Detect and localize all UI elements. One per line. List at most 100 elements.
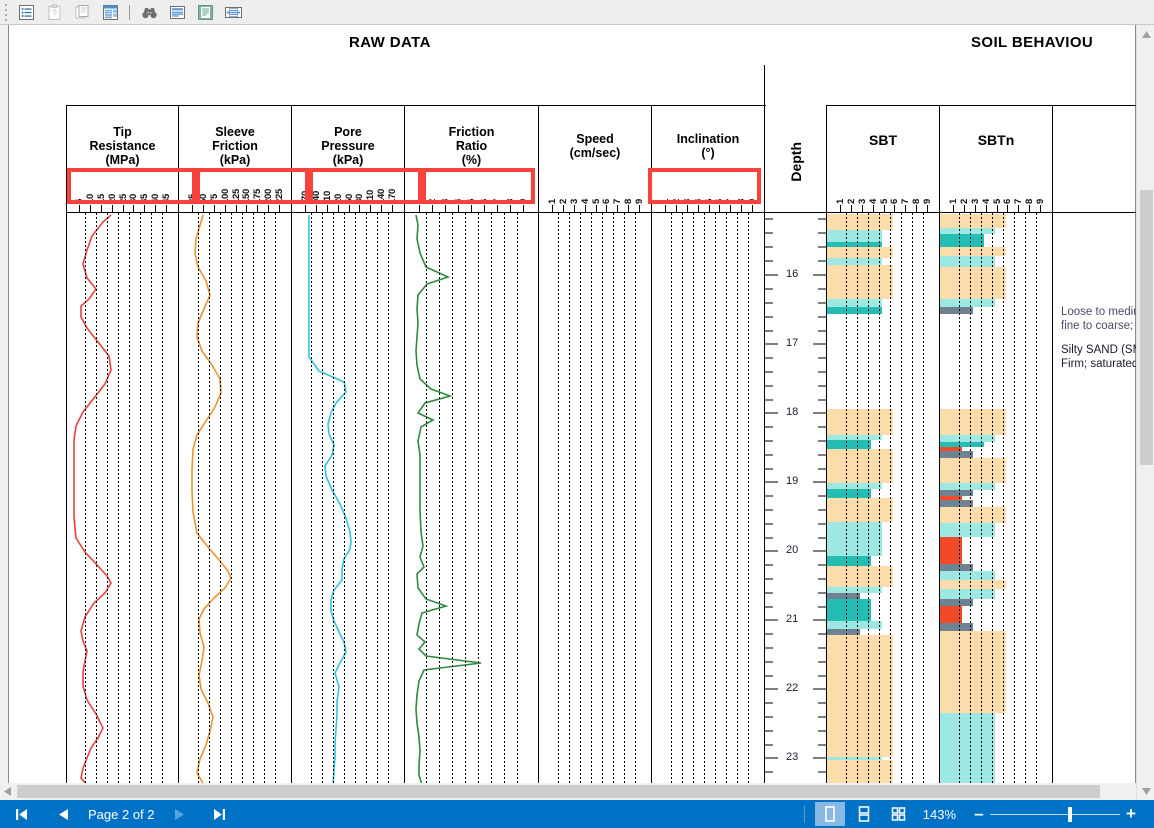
depth-tick-marks bbox=[765, 218, 826, 773]
lithology-bar bbox=[827, 247, 893, 258]
lithology-bar bbox=[827, 521, 882, 557]
lithology-bar bbox=[940, 299, 995, 307]
horizontal-scrollbar[interactable] bbox=[0, 783, 1136, 800]
depth-label-17: 17 bbox=[786, 337, 799, 349]
main-toolbar: ? bbox=[0, 0, 1154, 25]
depth-label-18: 18 bbox=[786, 406, 799, 418]
divider-sbtn-desc bbox=[1052, 105, 1053, 785]
single-page-view[interactable] bbox=[814, 802, 845, 826]
plot-track-inclination bbox=[652, 213, 764, 785]
svg-text:?: ? bbox=[51, 8, 56, 18]
depth-label-21: 21 bbox=[786, 613, 799, 625]
find-binoculars-icon[interactable] bbox=[138, 2, 160, 22]
axis-ticks-pore-pressure bbox=[300, 205, 398, 212]
first-page-button[interactable] bbox=[6, 800, 36, 828]
depth-ruler: 16 17 18 19 20 21 22 23 bbox=[765, 213, 826, 785]
vertical-scroll-thumb[interactable] bbox=[1140, 190, 1153, 465]
plot-track-sbt bbox=[827, 213, 939, 785]
lithology-bar bbox=[940, 712, 995, 785]
lithology-bar bbox=[827, 586, 882, 594]
lithology-bar bbox=[827, 598, 871, 621]
next-page-button[interactable] bbox=[165, 800, 195, 828]
view-controls-divider bbox=[803, 805, 805, 823]
lithology-bar bbox=[940, 233, 984, 248]
column-header-depth: Depth bbox=[787, 142, 804, 182]
single-page-icon[interactable] bbox=[166, 2, 188, 22]
axis-ticks-tip-resistance bbox=[74, 205, 172, 212]
scroll-up-arrow[interactable] bbox=[1137, 25, 1154, 43]
zoom-in-button[interactable]: + bbox=[1120, 804, 1142, 824]
horizontal-scroll-thumb[interactable] bbox=[17, 785, 1100, 798]
fit-width-icon[interactable] bbox=[222, 2, 244, 22]
log-columns-frame: Tip Resistance (MPa) Sleeve Friction (kP… bbox=[66, 65, 1144, 797]
lithology-bar bbox=[827, 257, 882, 265]
description-line-4: Firm; saturated; bbox=[1061, 358, 1142, 370]
axis-ticks-sbtn bbox=[948, 205, 1046, 212]
description-line-3: Silty SAND (SM bbox=[1061, 344, 1143, 356]
lithology-bar bbox=[940, 451, 973, 459]
document-viewport[interactable]: RAW DATA SOIL BEHAVIOU Tip Resistance (M… bbox=[0, 25, 1154, 800]
previous-page-button[interactable] bbox=[48, 800, 78, 828]
lithology-bar bbox=[940, 499, 973, 507]
grid-page-view[interactable] bbox=[883, 802, 913, 826]
zoom-slider-handle[interactable] bbox=[1068, 807, 1072, 822]
description-line-2: fine to coarse; s bbox=[1061, 320, 1143, 332]
copy-page-icon[interactable] bbox=[71, 2, 93, 22]
lithology-bar bbox=[940, 589, 995, 599]
axis-ticks-speed bbox=[547, 205, 645, 212]
clipboard-icon[interactable]: ? bbox=[43, 2, 65, 22]
scroll-left-arrow[interactable] bbox=[0, 783, 15, 800]
lithology-bar bbox=[827, 440, 871, 449]
lithology-bar bbox=[940, 579, 1006, 590]
axis-numbers-sbtn: 1 2 3 4 5 6 7 8 9 bbox=[947, 199, 1047, 204]
lithology-bar bbox=[940, 255, 995, 267]
status-bar: Page 2 of 2 143% – + bbox=[0, 800, 1154, 828]
depth-label-20: 20 bbox=[786, 544, 799, 556]
axis-ticks-inclination bbox=[660, 205, 758, 212]
lithology-bar bbox=[827, 264, 893, 300]
lithology-bar bbox=[827, 498, 893, 522]
lithology-bar bbox=[827, 299, 882, 307]
lithology-bar bbox=[827, 634, 893, 758]
plot-track-speed bbox=[539, 213, 651, 785]
lithology-bar bbox=[940, 623, 973, 631]
lithology-bar bbox=[827, 214, 893, 231]
lithology-bar bbox=[827, 230, 882, 242]
axis-numbers-friction-ratio: 1 2 3 4 5 6 7 8 9 bbox=[414, 199, 529, 204]
last-page-button[interactable] bbox=[205, 800, 235, 828]
lithology-bar bbox=[940, 523, 995, 537]
toolbar-separator bbox=[129, 4, 130, 20]
plot-track-pore-pressure bbox=[292, 213, 404, 785]
lithology-bar bbox=[827, 565, 893, 587]
frame-top-line-right bbox=[826, 105, 1144, 106]
lithology-bar bbox=[827, 488, 871, 499]
outline-view-icon[interactable] bbox=[15, 2, 37, 22]
lithology-bar bbox=[940, 506, 1006, 524]
column-header-sbtn: SBTn bbox=[977, 132, 1015, 148]
frame-top-line-left bbox=[66, 105, 766, 106]
lithology-bar bbox=[940, 458, 1006, 484]
description-line-1: Loose to mediu bbox=[1061, 306, 1140, 318]
page-indicator: Page 2 of 2 bbox=[88, 806, 155, 822]
section-title-soil-behaviour: SOIL BEHAVIOU bbox=[971, 34, 1094, 51]
stacked-page-view[interactable] bbox=[849, 802, 879, 826]
depth-label-19: 19 bbox=[786, 475, 799, 487]
lithology-bar bbox=[940, 598, 973, 606]
report-page: RAW DATA SOIL BEHAVIOU Tip Resistance (M… bbox=[8, 25, 1144, 797]
lithology-bar bbox=[827, 409, 893, 435]
section-title-raw-data: RAW DATA bbox=[349, 34, 431, 51]
toolbar-grip[interactable] bbox=[2, 3, 10, 21]
plot-track-sleeve-friction bbox=[179, 213, 291, 785]
continuous-page-icon[interactable] bbox=[194, 2, 216, 22]
lithology-bar bbox=[940, 630, 1006, 713]
scroll-down-arrow[interactable] bbox=[1137, 782, 1154, 800]
zoom-slider[interactable] bbox=[990, 804, 1120, 824]
vertical-scrollbar[interactable] bbox=[1136, 25, 1154, 800]
plot-track-tip-resistance bbox=[67, 213, 178, 785]
zoom-out-button[interactable]: – bbox=[968, 804, 990, 824]
view-controls: 143% – + bbox=[796, 800, 1154, 828]
axis-ticks-sleeve-friction bbox=[187, 205, 285, 212]
axis-ticks-sbt bbox=[835, 205, 933, 212]
axis-numbers-inclination: 1 2 3 4 5 6 7 8 9 bbox=[659, 199, 759, 204]
table-view-icon[interactable] bbox=[99, 2, 121, 22]
